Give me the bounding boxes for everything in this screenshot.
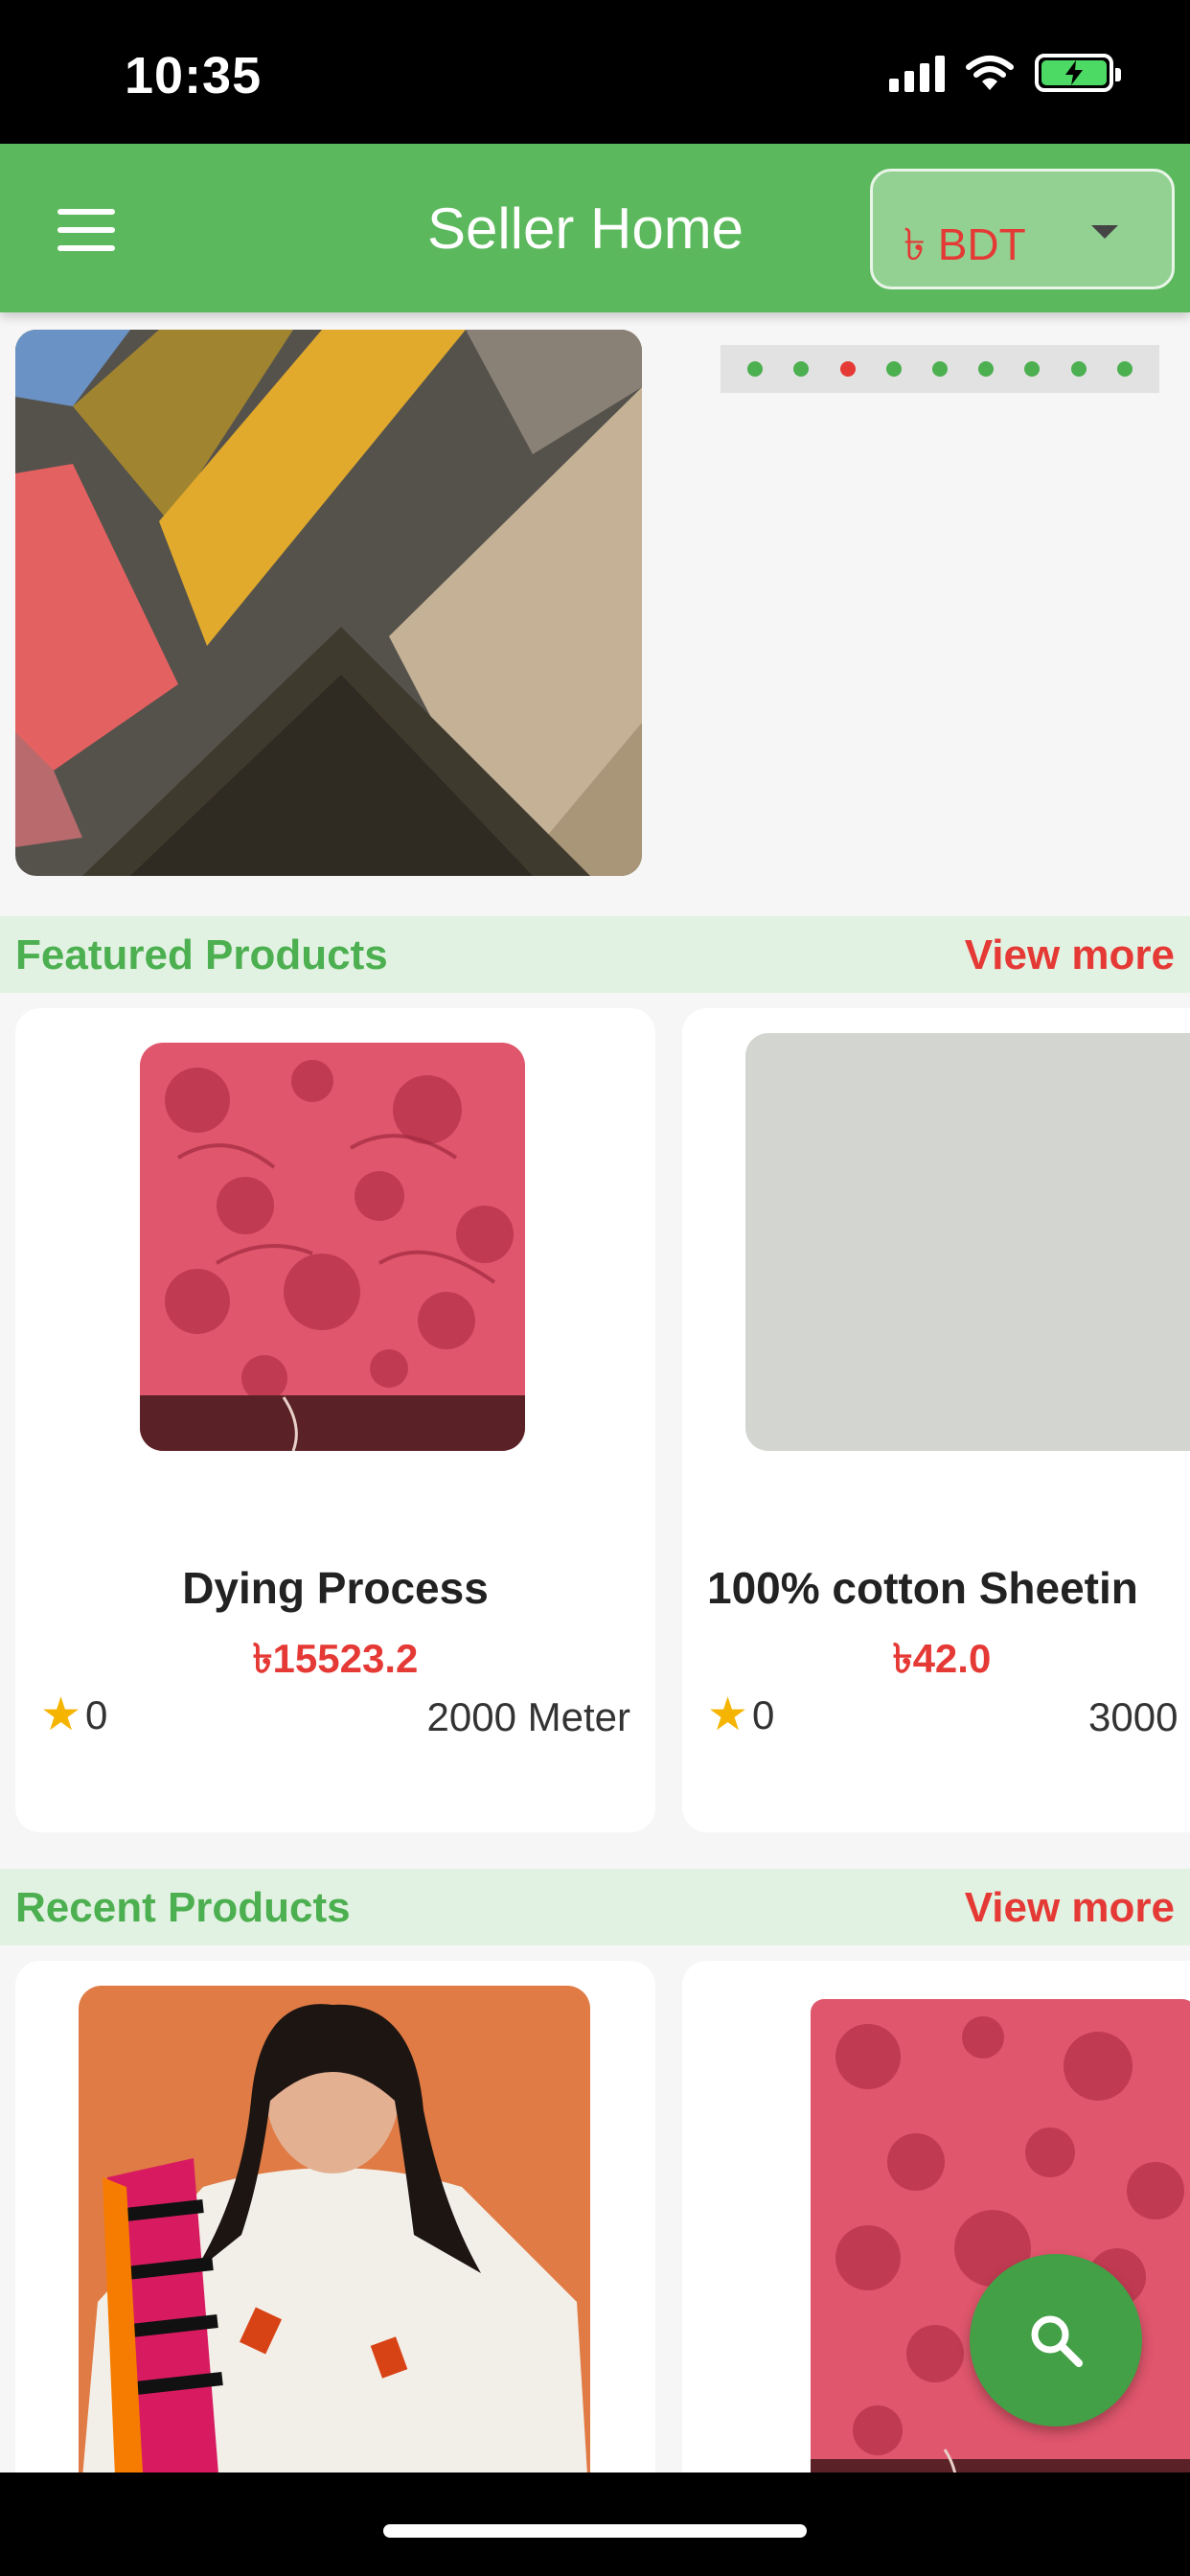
product-card[interactable]	[15, 1961, 655, 2472]
search-icon	[1031, 2315, 1083, 2367]
recent-title: Recent Products	[15, 1884, 351, 1931]
carousel-dot[interactable]	[793, 361, 810, 377]
product-stock: 2000 Meter	[426, 1694, 630, 1739]
carousel-dot-active[interactable]	[839, 361, 856, 377]
product-card[interactable]: 100% cotton Sheetin ৳42.0 ★ 0 3000	[682, 1008, 1190, 1832]
product-image	[140, 1043, 525, 1451]
carousel-indicator	[721, 345, 1159, 393]
carousel-dot[interactable]	[885, 361, 902, 377]
featured-view-more-link[interactable]: View more	[965, 932, 1175, 979]
carousel-dot[interactable]	[1024, 361, 1041, 377]
status-icons	[889, 54, 1121, 92]
product-name: Dying Process	[182, 1563, 489, 1613]
product-name: 100% cotton Sheetin	[707, 1563, 1138, 1613]
product-price: ৳42.0	[892, 1636, 992, 1681]
product-stock: 3000	[1088, 1694, 1179, 1739]
featured-header: Featured Products View more	[0, 916, 1190, 993]
banner-image[interactable]	[15, 330, 642, 876]
battery-charging-icon	[1035, 54, 1121, 92]
rating-value: 0	[85, 1692, 108, 1737]
product-rating: ★ 0	[707, 1692, 774, 1738]
home-indicator-area	[0, 2472, 1190, 2576]
wifi-icon	[966, 56, 1014, 90]
currency-value: ৳ BDT	[904, 219, 1026, 269]
carousel-dot[interactable]	[747, 361, 764, 377]
home-indicator[interactable]	[383, 2524, 807, 2538]
product-rating: ★ 0	[40, 1692, 107, 1738]
star-icon: ★	[40, 1690, 82, 1740]
carousel-dot[interactable]	[1116, 361, 1133, 377]
carousel-dot[interactable]	[978, 361, 995, 377]
product-card[interactable]: Dying Process ৳15523.2 ★ 0 2000 Meter	[15, 1008, 655, 1832]
star-icon: ★	[707, 1690, 749, 1740]
search-fab-button[interactable]	[970, 2254, 1142, 2426]
app-screen: Seller Home ৳ BDT Featured Products View…	[0, 144, 1190, 2472]
status-bar: 10:35	[0, 0, 1190, 144]
signal-icon	[889, 54, 945, 92]
app-bar: Seller Home ৳ BDT	[0, 144, 1190, 312]
featured-title: Featured Products	[15, 932, 388, 978]
recent-view-more-link[interactable]: View more	[965, 1884, 1175, 1932]
carousel-dot[interactable]	[1070, 361, 1087, 377]
product-image	[79, 1986, 590, 2472]
recent-header: Recent Products View more	[0, 1869, 1190, 1945]
status-time: 10:35	[125, 47, 263, 104]
rating-value: 0	[752, 1692, 775, 1737]
dropdown-caret-icon	[1091, 225, 1118, 239]
carousel-dot[interactable]	[931, 361, 948, 377]
currency-select[interactable]: ৳ BDT	[870, 169, 1175, 289]
product-image	[745, 1033, 1190, 1451]
product-price: ৳15523.2	[252, 1636, 419, 1681]
